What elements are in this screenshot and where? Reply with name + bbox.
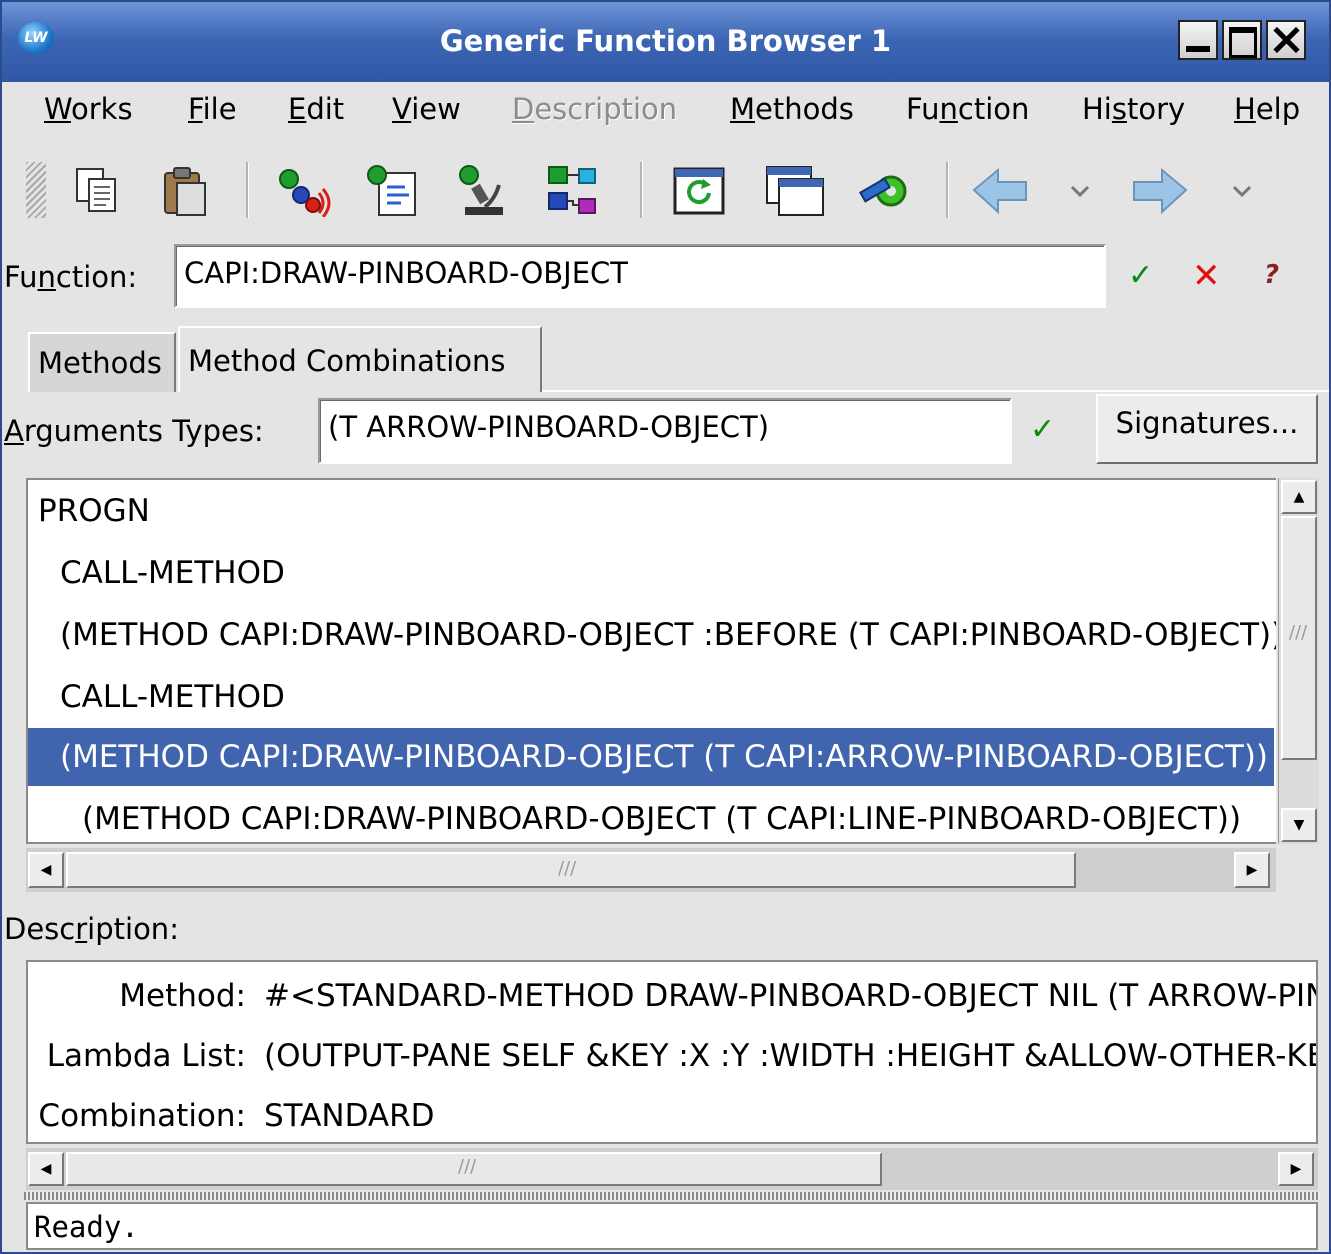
arguments-types-input[interactable]: (T ARROW-PINBOARD-OBJECT)	[318, 398, 1012, 464]
title-bar[interactable]: LW Generic Function Browser 1	[2, 2, 1329, 82]
tab-methods[interactable]: Methods	[28, 332, 176, 392]
signatures-button[interactable]: Signatures...	[1096, 394, 1318, 464]
inspect-object-icon[interactable]	[452, 160, 514, 222]
function-help-icon[interactable]: ?	[1264, 260, 1279, 290]
method-combination-list[interactable]: PROGN CALL-METHOD (METHOD CAPI:DRAW-PINB…	[26, 478, 1276, 844]
menu-view[interactable]: View	[392, 92, 461, 126]
maximize-button[interactable]	[1222, 20, 1262, 60]
toolbar	[2, 142, 1329, 238]
arguments-types-label: Arguments Types:	[4, 414, 264, 448]
list-vertical-scrollbar[interactable]: ▲ /// ▼	[1278, 478, 1319, 844]
description-label: Description:	[4, 912, 179, 946]
list-item-selected[interactable]: (METHOD CAPI:DRAW-PINBOARD-OBJECT (T CAP…	[28, 728, 1274, 786]
back-arrow-icon[interactable]	[970, 160, 1032, 222]
listener-icon[interactable]	[362, 160, 424, 222]
method-value: #<STANDARD-METHOD DRAW-PINBOARD-OBJECT N…	[264, 978, 1316, 1014]
toolbar-separator	[640, 162, 643, 218]
minimize-button[interactable]	[1178, 20, 1218, 60]
scroll-right-arrow-icon[interactable]: ▶	[1278, 1152, 1314, 1186]
history-back-dropdown-icon[interactable]	[1062, 160, 1098, 222]
lambda-list-label: Lambda List:	[46, 1038, 246, 1074]
history-forward-dropdown-icon[interactable]	[1224, 160, 1260, 222]
menu-help[interactable]: Help	[1234, 92, 1300, 126]
toolbar-grip[interactable]	[26, 162, 46, 218]
status-bar: Ready.	[26, 1202, 1318, 1250]
horizontal-scroll-thumb[interactable]: ///	[66, 1152, 882, 1186]
class-browser-icon[interactable]	[542, 160, 604, 222]
scroll-grip-icon: ///	[458, 1156, 477, 1177]
scroll-left-arrow-icon[interactable]: ◀	[28, 1152, 64, 1186]
close-button[interactable]	[1266, 20, 1306, 60]
menu-function[interactable]: Function	[906, 92, 1029, 126]
pane-splitter[interactable]	[24, 1192, 1320, 1200]
function-input[interactable]: CAPI:DRAW-PINBOARD-OBJECT	[174, 244, 1106, 308]
list-item[interactable]: PROGN	[28, 482, 1274, 540]
arguments-ok-icon[interactable]: ✓	[1030, 412, 1055, 447]
scroll-left-arrow-icon[interactable]: ◀	[28, 852, 64, 888]
menu-methods[interactable]: Methods	[730, 92, 854, 126]
scroll-right-arrow-icon[interactable]: ▶	[1234, 852, 1270, 888]
combination-value: STANDARD	[264, 1098, 435, 1134]
menu-edit[interactable]: Edit	[288, 92, 344, 126]
function-cancel-icon[interactable]: ✕	[1192, 256, 1221, 296]
toolbar-separator	[246, 162, 249, 218]
generic-function-browser-window: LW Generic Function Browser 1 Works File…	[0, 0, 1331, 1254]
toolbar-separator	[946, 162, 949, 218]
description-pane: Method: #<STANDARD-METHOD DRAW-PINBOARD-…	[26, 960, 1318, 1144]
tab-pane-border	[542, 390, 1329, 392]
function-label: Function:	[4, 260, 138, 294]
method-label: Method:	[119, 978, 246, 1014]
copy-icon[interactable]	[66, 160, 128, 222]
scroll-grip-icon: ///	[1289, 622, 1308, 643]
description-horizontal-scrollbar[interactable]: ◀ /// ▶	[26, 1148, 1318, 1190]
combination-label: Combination:	[38, 1098, 246, 1134]
menu-file[interactable]: File	[188, 92, 237, 126]
function-ok-icon[interactable]: ✓	[1128, 258, 1153, 293]
forward-arrow-icon[interactable]	[1128, 160, 1190, 222]
menu-description: Description	[512, 92, 678, 126]
list-item[interactable]: (METHOD CAPI:DRAW-PINBOARD-OBJECT (T CAP…	[28, 790, 1274, 842]
lambda-list-value: (OUTPUT-PANE SELF &KEY :X :Y :WIDTH :HEI…	[264, 1038, 1318, 1074]
menu-works[interactable]: Works	[44, 92, 133, 126]
description-row-method: Method: #<STANDARD-METHOD DRAW-PINBOARD-…	[28, 966, 1316, 1026]
scroll-grip-icon: ///	[558, 858, 577, 879]
list-item[interactable]: CALL-METHOD	[28, 668, 1274, 726]
new-window-icon[interactable]	[764, 160, 826, 222]
description-row-combination: Combination: STANDARD	[28, 1086, 1316, 1142]
scroll-up-arrow-icon[interactable]: ▲	[1281, 480, 1317, 514]
list-horizontal-scrollbar[interactable]: ◀ /// ▶	[26, 848, 1276, 892]
description-row-lambda-list: Lambda List: (OUTPUT-PANE SELF &KEY :X :…	[28, 1026, 1318, 1086]
menu-history[interactable]: History	[1082, 92, 1185, 126]
scroll-down-arrow-icon[interactable]: ▼	[1281, 808, 1317, 842]
list-item[interactable]: CALL-METHOD	[28, 544, 1274, 602]
tab-method-combinations[interactable]: Method Combinations	[178, 326, 542, 392]
window-title: Generic Function Browser 1	[439, 24, 892, 58]
list-item[interactable]: (METHOD CAPI:DRAW-PINBOARD-OBJECT :BEFOR…	[28, 606, 1276, 664]
refresh-icon[interactable]	[668, 160, 730, 222]
paste-icon[interactable]	[154, 160, 216, 222]
horizontal-scroll-thumb[interactable]: ///	[66, 852, 1076, 888]
tools-icon[interactable]	[854, 160, 916, 222]
inspect-icon[interactable]	[272, 160, 334, 222]
menu-bar: Works File Edit View Description Methods…	[2, 82, 1329, 140]
vertical-scroll-thumb[interactable]: ///	[1281, 516, 1317, 760]
